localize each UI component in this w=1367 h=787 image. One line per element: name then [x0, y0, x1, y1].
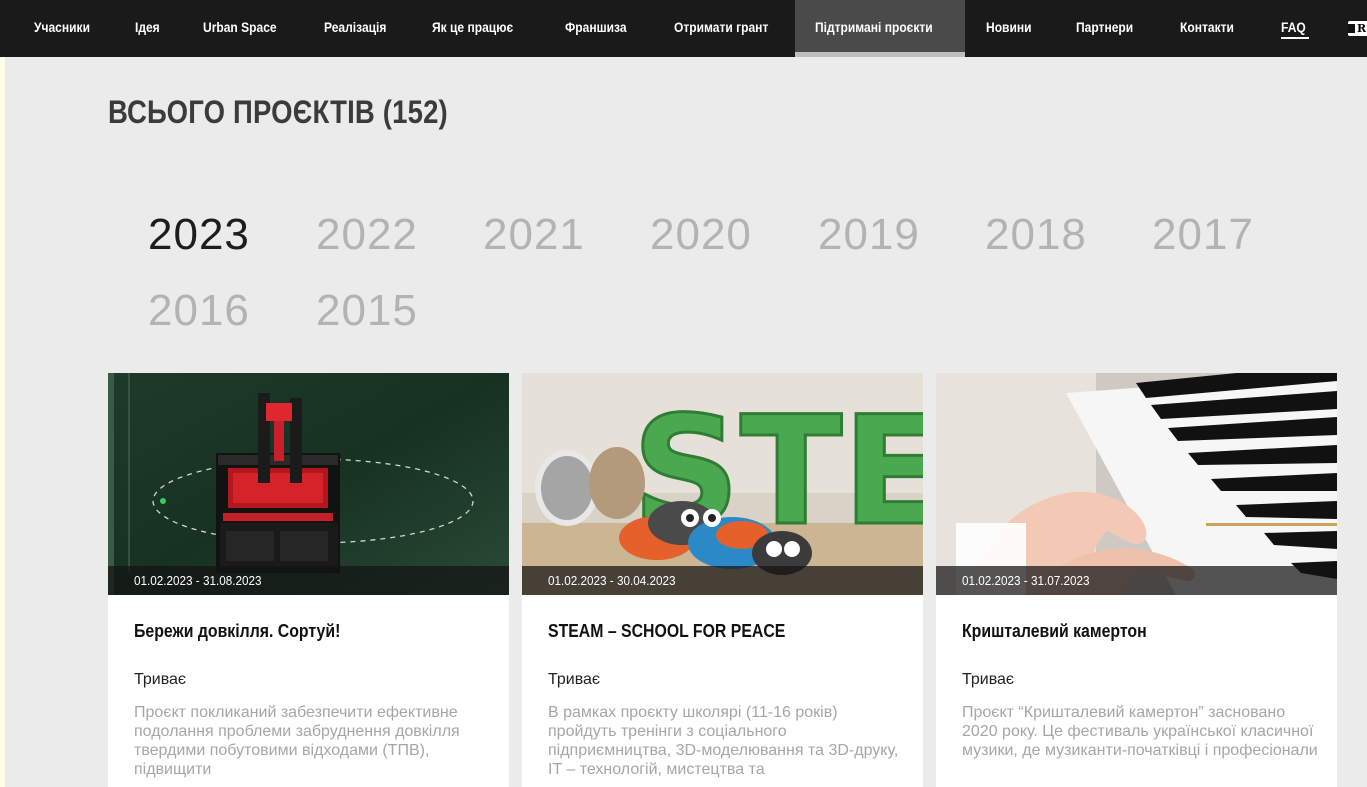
steam-letters-owl-pillows-photo[interactable]: STE 01.02.2023 - 30.04.2023 [522, 373, 923, 595]
project-status: Триває [548, 671, 601, 688]
language-letter: R [1357, 22, 1367, 35]
language-flag-icon[interactable]: R [1348, 21, 1367, 36]
project-date: 01.02.2023 - 31.07.2023 [962, 573, 1090, 588]
nav-item-participants[interactable]: Учасники [34, 0, 90, 57]
project-description: В рамках проєкту школярі (11-16 років) п… [548, 704, 899, 778]
child-hands-piano-photo[interactable]: 01.02.2023 - 31.07.2023 [936, 373, 1337, 595]
sorting-bin-photo[interactable]: 01.02.2023 - 31.08.2023 [108, 373, 509, 595]
nav-item-implementation[interactable]: Реалізація [324, 0, 386, 57]
nav-item-news[interactable]: Новини [986, 0, 1032, 57]
year-2016[interactable]: 2016 [148, 286, 250, 336]
project-card[interactable]: STE 01.02.2023 - 30.04.2023 STEAM – SCHO… [522, 373, 923, 787]
year-2015[interactable]: 2015 [316, 286, 418, 336]
date-bar: 01.02.2023 - 30.04.2023 [522, 566, 923, 595]
nav-item-supported-projects[interactable]: Підтримані проєкти [815, 0, 933, 57]
page-left-edge [0, 57, 5, 787]
project-card[interactable]: 01.02.2023 - 31.07.2023 Кришталевий каме… [936, 373, 1337, 787]
project-title[interactable]: Кришталевий камертон [962, 621, 1147, 642]
top-navigation: Учасники Ідея Urban Space Реалізація Як … [0, 0, 1367, 57]
year-2018[interactable]: 2018 [985, 210, 1087, 260]
nav-item-partners[interactable]: Партнери [1076, 0, 1133, 57]
page-title: ВСЬОГО ПРОЄКТІВ (152) [108, 94, 448, 130]
faq-underline [1281, 37, 1309, 39]
project-description: Проєкт “Кришталевий камертон” засновано … [962, 704, 1318, 759]
year-2019[interactable]: 2019 [818, 210, 920, 260]
nav-item-how-it-works[interactable]: Як це працює [432, 0, 513, 57]
project-status: Триває [134, 671, 187, 688]
project-card[interactable]: 01.02.2023 - 31.08.2023 Бережи довкілля.… [108, 373, 509, 787]
project-status: Триває [962, 671, 1015, 688]
nav-item-contacts[interactable]: Контакти [1180, 0, 1234, 57]
steam-letters-illustration: STE [522, 373, 923, 595]
year-2023[interactable]: 2023 [148, 210, 250, 260]
nav-item-faq[interactable]: FAQ [1281, 0, 1306, 57]
sorting-bin-illustration [108, 373, 509, 595]
year-2020[interactable]: 2020 [650, 210, 752, 260]
date-bar: 01.02.2023 - 31.07.2023 [936, 566, 1337, 595]
nav-item-idea[interactable]: Ідея [135, 0, 160, 57]
nav-item-urban-space[interactable]: Urban Space [203, 0, 277, 57]
project-title[interactable]: Бережи довкілля. Сортуй! [134, 621, 340, 642]
project-date: 01.02.2023 - 31.08.2023 [134, 573, 262, 588]
year-2017[interactable]: 2017 [1152, 210, 1254, 260]
year-2021[interactable]: 2021 [483, 210, 585, 260]
piano-illustration [936, 373, 1337, 595]
project-description: Проєкт покликаний забезпечити ефективне … [134, 704, 460, 778]
year-2022[interactable]: 2022 [316, 210, 418, 260]
nav-item-get-grant[interactable]: Отримати грант [674, 0, 768, 57]
project-date: 01.02.2023 - 30.04.2023 [548, 573, 676, 588]
project-title[interactable]: STEAM – SCHOOL FOR PEACE [548, 621, 785, 642]
date-bar: 01.02.2023 - 31.08.2023 [108, 566, 509, 595]
nav-item-franchise[interactable]: Франшиза [565, 0, 627, 57]
